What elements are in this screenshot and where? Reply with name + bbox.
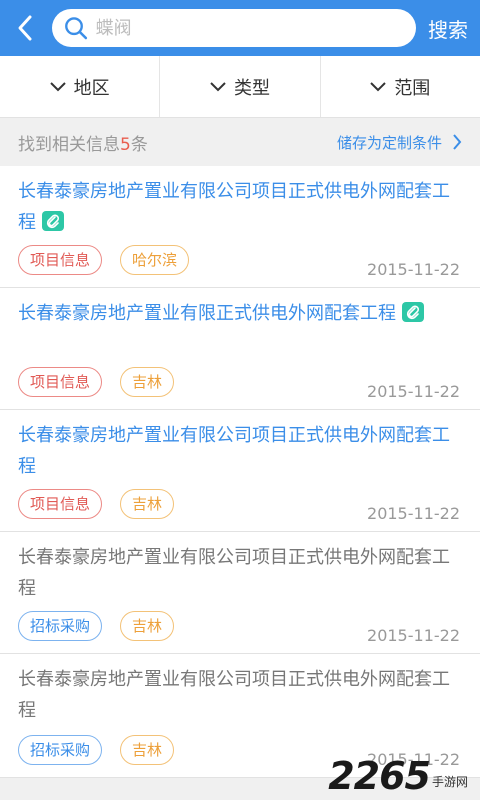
chevron-left-icon (18, 15, 32, 41)
item-title: 长春泰豪房地产置业有限公司项目正式供电外网配套工程 (18, 669, 450, 721)
item-title: 长春泰豪房地产置业有限公司项目正式供电外网配套工程 (18, 425, 450, 477)
attachment-icon (42, 211, 64, 231)
result-prefix: 找到相关信息 (18, 134, 120, 155)
search-box[interactable] (52, 9, 416, 47)
watermark-number: 2265 (328, 754, 431, 798)
list-item[interactable]: 长春泰豪房地产置业有限公司项目正式供电外网配套工程 项目信息 吉林 2015-1… (0, 410, 480, 532)
category-tag: 招标采购 (18, 735, 103, 765)
filter-scope-label: 范围 (394, 77, 431, 99)
item-title: 长春泰豪房地产置业有限公司项目正式供电外网配套工程 (18, 547, 450, 599)
result-count-text: 找到相关信息5条 (18, 130, 148, 155)
item-title-text: 长春泰豪房地产置业有限公司项目正式供电外网配套工程 (18, 181, 450, 233)
category-tag: 项目信息 (18, 245, 103, 275)
region-tag: 吉林 (120, 735, 175, 765)
watermark-logo: 2265 手游网 (328, 756, 468, 796)
back-button[interactable] (16, 8, 44, 48)
filter-bar: 地区 类型 范围 (0, 56, 480, 118)
filter-scope[interactable]: 范围 (321, 56, 480, 117)
search-button[interactable]: 搜索 (426, 14, 470, 43)
item-tags: 招标采购 吉林 (18, 735, 175, 765)
filter-region[interactable]: 地区 (0, 56, 161, 117)
list-item[interactable]: 长春泰豪房地产置业有限正式供电外网配套工程 项目信息 吉林 2015-11-22 (0, 288, 480, 410)
item-title-text: 长春泰豪房地产置业有限正式供电外网配套工程 (18, 303, 396, 324)
category-tag: 项目信息 (18, 367, 103, 397)
filter-region-label: 地区 (73, 77, 110, 99)
chevron-right-icon (453, 134, 462, 150)
result-suffix: 条 (130, 134, 148, 155)
filter-type-label: 类型 (233, 77, 270, 99)
list-item[interactable]: 长春泰豪房地产置业有限公司项目正式供电外网配套工程 项目信息 哈尔滨 2015-… (0, 166, 480, 288)
search-icon (65, 17, 88, 40)
attachment-icon (402, 302, 424, 322)
chevron-down-icon (49, 81, 66, 91)
region-tag: 吉林 (120, 489, 175, 519)
save-condition-label: 储存为定制条件 (336, 133, 442, 152)
item-date: 2015-11-22 (367, 382, 460, 401)
region-tag: 吉林 (120, 367, 175, 397)
top-bar: 搜索 (0, 0, 480, 56)
item-title: 长春泰豪房地产置业有限正式供电外网配套工程 (18, 298, 462, 329)
chevron-down-icon (370, 81, 387, 91)
search-input[interactable] (95, 17, 416, 39)
item-date: 2015-11-22 (367, 626, 460, 645)
watermark-text: 手游网 (431, 775, 468, 789)
item-title: 长春泰豪房地产置业有限公司项目正式供电外网配套工程 (18, 176, 462, 238)
list-item[interactable]: 长春泰豪房地产置业有限公司项目正式供电外网配套工程 招标采购 吉林 2015-1… (0, 532, 480, 654)
item-date: 2015-11-22 (367, 260, 460, 279)
region-tag: 哈尔滨 (120, 245, 190, 275)
chevron-down-icon (210, 81, 226, 91)
category-tag: 项目信息 (18, 489, 103, 519)
filter-type[interactable]: 类型 (160, 56, 321, 117)
item-tags: 项目信息 哈尔滨 (18, 245, 190, 275)
item-tags: 招标采购 吉林 (18, 611, 175, 641)
item-date: 2015-11-22 (367, 504, 460, 523)
category-tag: 招标采购 (18, 611, 103, 641)
item-tags: 项目信息 吉林 (18, 489, 175, 519)
item-tags: 项目信息 吉林 (18, 367, 175, 397)
region-tag: 吉林 (120, 611, 175, 641)
result-summary: 找到相关信息5条 储存为定制条件 (0, 118, 480, 166)
result-count: 5 (120, 134, 131, 155)
result-list: 长春泰豪房地产置业有限公司项目正式供电外网配套工程 项目信息 哈尔滨 2015-… (0, 166, 480, 778)
save-condition-link[interactable]: 储存为定制条件 (337, 132, 462, 153)
